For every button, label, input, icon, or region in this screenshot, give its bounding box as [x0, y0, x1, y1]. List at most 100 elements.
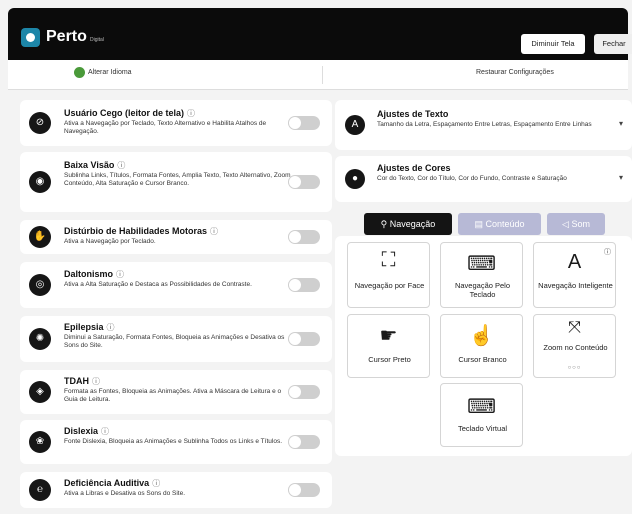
focus-icon: ◈ — [29, 381, 51, 403]
color-settings-accordion[interactable]: ● Ajustes de Cores Cor do Texto, Cor do … — [335, 156, 632, 202]
tile-label: Cursor Preto — [368, 355, 411, 364]
profile-card-hearing: ℮ Deficiência Auditiva ⓘ Ativa a Libras e… — [20, 472, 332, 508]
profile-toggle-colorblind[interactable] — [288, 278, 320, 292]
change-language-label: Alterar Idioma — [88, 69, 132, 76]
divider — [322, 66, 323, 84]
profile-card-blind: ⊘ Usuário Cego (leitor de tela) ⓘ Ativa a… — [20, 100, 332, 146]
navigation-panel: ⛶ Navegação por Face ⌨ Navegação Pelo Te… — [335, 236, 632, 456]
profile-title: Epilepsia — [64, 322, 104, 332]
info-icon[interactable]: ⓘ — [107, 323, 115, 332]
profile-card-adhd: ◈ TDAH ⓘ Formata as Fontes, Bloqueia as A… — [20, 370, 332, 414]
profile-toggle-epilepsy[interactable] — [288, 332, 320, 346]
eye-slash-icon: ⊘ — [29, 112, 51, 134]
profile-toggle-motor[interactable] — [288, 230, 320, 244]
profile-toggle-low-vision[interactable] — [288, 175, 320, 189]
eye-icon: ◎ — [29, 274, 51, 296]
smart-navigation-tile[interactable]: ⓘ A Navegação Inteligente — [533, 242, 616, 308]
profile-title: Distúrbio de Habilidades Motoras — [64, 226, 208, 236]
profile-title: TDAH — [64, 376, 89, 386]
content-zoom-tile[interactable]: ⤧ Zoom no Conteúdo ○○○ — [533, 314, 616, 378]
chevron-down-icon: ▾ — [619, 119, 624, 128]
profile-title: Deficiência Auditiva — [64, 478, 150, 488]
tile-label: Zoom no Conteúdo — [543, 343, 608, 352]
info-icon[interactable]: ⓘ — [152, 479, 160, 488]
settings-title: Ajustes de Cores — [377, 163, 451, 173]
settings-description: Tamanho da Letra, Espaçamento Entre Letr… — [377, 121, 592, 128]
profile-toggle-hearing[interactable] — [288, 483, 320, 497]
profile-description: Ativa a Navegação por Teclado, Texto Alt… — [64, 120, 267, 135]
tile-label: Navegação Pelo Teclado — [454, 281, 511, 299]
shrink-screen-button[interactable]: Diminuir Tela — [521, 34, 585, 54]
tab-content[interactable]: ▤ Conteúdo — [458, 213, 541, 235]
keyboard-navigation-tile[interactable]: ⌨ Navegação Pelo Teclado — [440, 242, 523, 308]
face-navigation-tile[interactable]: ⛶ Navegação por Face — [347, 242, 430, 308]
info-icon[interactable]: ⓘ — [101, 427, 109, 436]
profile-toggle-adhd[interactable] — [288, 385, 320, 399]
tab-content-label: Conteúdo — [485, 219, 525, 229]
tile-label: Cursor Branco — [458, 355, 507, 364]
tab-sound[interactable]: ◁ Som — [547, 213, 605, 235]
face-scan-icon: ⛶ — [381, 249, 396, 271]
text-settings-accordion[interactable]: A Ajustes de Texto Tamanho da Letra, Esp… — [335, 100, 632, 150]
profile-card-low-vision: ◉ Baixa Visão ⓘ Sublinha Links, Títulos, … — [20, 152, 332, 212]
ear-icon: ℮ — [29, 479, 51, 501]
profile-description: Sublinha Links, Títulos, Formata Fontes,… — [64, 172, 291, 187]
tile-label: Navegação por Face — [354, 281, 425, 290]
keyboard-icon: ⌨ — [467, 253, 496, 275]
expand-icon: ⤧ — [568, 319, 581, 336]
content-tab-icon: ▤ — [474, 219, 486, 229]
tab-sound-label: Som — [571, 219, 590, 229]
profile-card-epilepsy: ✺ Epilepsia ⓘ Diminui a Saturação, Format… — [20, 316, 332, 362]
info-icon[interactable]: ⓘ — [187, 109, 195, 118]
profile-title: Dislexia — [64, 426, 99, 436]
brain-icon: ✺ — [29, 328, 51, 350]
profile-description: Diminui a Saturação, Formata Fontes, Blo… — [64, 334, 285, 349]
profile-description: Ativa a Navegação por Teclado. — [64, 238, 156, 245]
info-icon[interactable]: ⓘ — [210, 227, 218, 236]
hand-icon: ✋ — [29, 226, 51, 248]
profile-description: Fonte Dislexia, Bloqueia as Animações e … — [64, 438, 282, 445]
change-language-button[interactable]: Alterar Idioma — [74, 67, 132, 78]
virtual-keyboard-icon: ⌨ — [467, 396, 496, 418]
logo-icon — [21, 28, 40, 47]
profile-description: Ativa a Libras e Desativa os Sons do Sit… — [64, 490, 186, 497]
virtual-keyboard-tile[interactable]: ⌨ Teclado Virtual — [440, 383, 523, 447]
info-icon[interactable]: ⓘ — [117, 161, 125, 170]
book-icon: ❀ — [29, 431, 51, 453]
navigation-tab-icon: ⚲ — [380, 219, 390, 229]
settings-title: Ajustes de Texto — [377, 109, 449, 119]
profile-description: Formata as Fontes, Bloqueia as Animações… — [64, 388, 282, 403]
drop-icon: ● — [345, 169, 365, 189]
logo: Perto — [46, 28, 87, 45]
level-dots: ○○○ — [567, 365, 582, 371]
close-button[interactable]: Fechar — [594, 34, 632, 54]
chevron-down-icon: ▾ — [619, 173, 624, 182]
info-icon[interactable]: ⓘ — [116, 270, 124, 279]
tile-label: Teclado Virtual — [457, 424, 508, 433]
profile-toggle-dyslexia[interactable] — [288, 435, 320, 449]
black-cursor-tile[interactable]: ☛ Cursor Preto — [347, 314, 430, 378]
restore-settings-button[interactable]: Restaurar Configurações — [476, 69, 554, 76]
globe-icon — [74, 67, 85, 78]
profile-description: Ativa a Alta Saturação e Destaca as Poss… — [64, 281, 252, 288]
white-cursor-tile[interactable]: ☝ Cursor Branco — [440, 314, 523, 378]
profile-card-colorblind: ◎ Daltonismo ⓘ Ativa a Alta Saturação e D… — [20, 262, 332, 308]
profile-title: Daltonismo — [64, 269, 114, 279]
logo-subtitle: Digital — [90, 37, 104, 43]
text-icon: A — [345, 115, 365, 135]
info-icon[interactable]: ⓘ — [92, 377, 100, 386]
profile-card-dyslexia: ❀ Dislexia ⓘ Fonte Dislexia, Bloqueia as … — [20, 420, 332, 464]
white-cursor-icon: ☝ — [469, 325, 494, 347]
tile-label: Navegação Inteligente — [538, 281, 613, 290]
tab-navigation-label: Navegação — [389, 219, 436, 229]
profile-toggle-blind[interactable] — [288, 116, 320, 130]
black-cursor-icon: ☛ — [379, 325, 398, 347]
low-vision-icon: ◉ — [29, 171, 51, 193]
tab-navigation[interactable]: ⚲ Navegação — [364, 213, 452, 235]
top-bar: Perto Digital Diminuir Tela Fechar — [8, 8, 632, 60]
profile-title: Usuário Cego (leitor de tela) — [64, 108, 185, 118]
sub-bar: Alterar Idioma Restaurar Configurações — [8, 60, 628, 90]
profile-title: Baixa Visão — [64, 160, 115, 170]
text-a-icon: A — [567, 251, 582, 273]
profile-card-motor: ✋ Distúrbio de Habilidades Motoras ⓘ Ativ… — [20, 220, 332, 254]
